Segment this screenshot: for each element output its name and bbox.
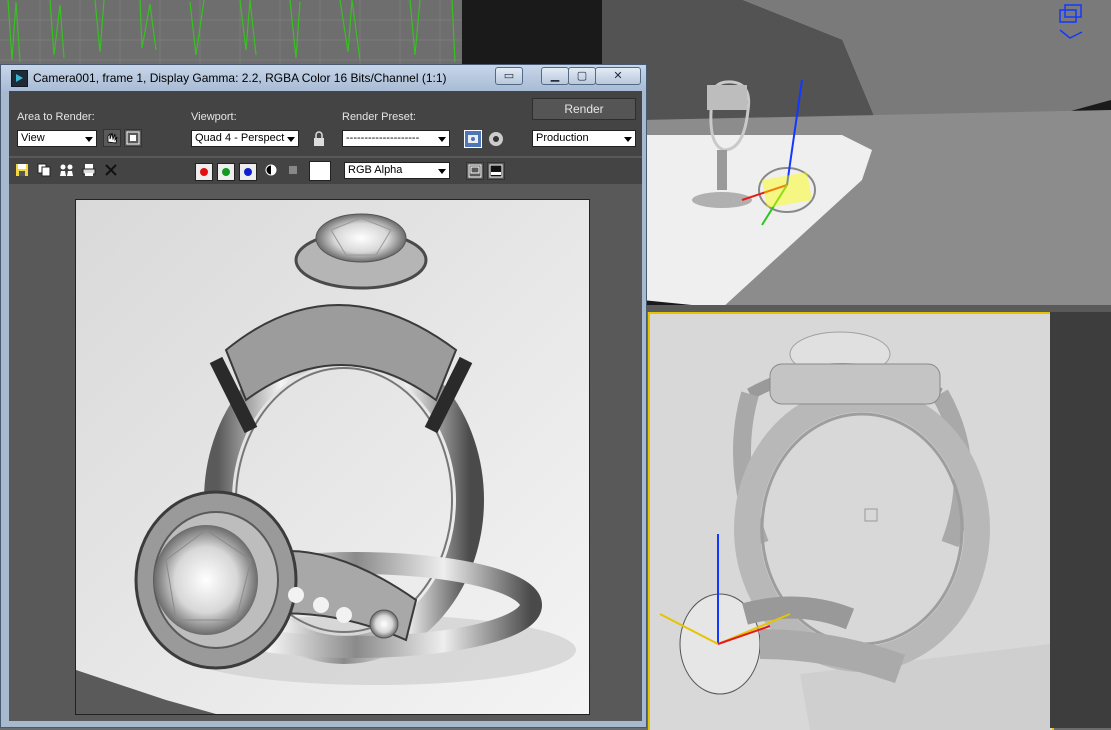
alpha-icon[interactable] (286, 163, 300, 177)
display-toggle-icon[interactable] (487, 162, 505, 180)
render-controls-panel: Area to Render: View Viewport: Quad 4 - … (9, 91, 642, 156)
3dsmax-app-icon (11, 70, 28, 87)
window-titlebar[interactable]: Camera001, frame 1, Display Gamma: 2.2, … (1, 65, 646, 91)
green-channel-icon[interactable] (217, 163, 235, 181)
frame-toolbar: RGB Alpha (9, 158, 642, 184)
close-button[interactable]: ✕ (595, 67, 641, 85)
render-preset-dropdown[interactable]: -------------------- (342, 130, 450, 147)
chevron-down-icon (85, 137, 93, 142)
ring-render-image (76, 200, 589, 714)
front-viewport[interactable] (648, 312, 1054, 730)
maximize-button[interactable]: ▢ (568, 67, 596, 85)
minimize-button[interactable]: ▁ (541, 67, 569, 85)
print-icon[interactable] (82, 163, 96, 177)
chevron-down-icon (438, 137, 446, 142)
blue-channel-icon[interactable] (239, 163, 257, 181)
copy-icon[interactable] (37, 163, 51, 177)
render-preset-value: -------------------- (346, 132, 420, 144)
rendered-image[interactable] (75, 199, 590, 715)
save-icon[interactable] (15, 163, 29, 177)
monochrome-icon[interactable] (264, 163, 278, 177)
viewport-label: Viewport: (191, 111, 237, 123)
viewport-divider[interactable] (640, 305, 1111, 312)
region-icon[interactable] (103, 129, 121, 147)
render-setup-icon[interactable] (464, 130, 482, 148)
crop-icon[interactable] (124, 129, 142, 147)
chevron-down-icon (624, 137, 632, 142)
window-frame-toggle-button[interactable]: ▭ (495, 67, 523, 85)
clear-icon[interactable] (104, 163, 118, 177)
viewport-toggle-icon[interactable] (466, 162, 484, 180)
chevron-down-icon (287, 137, 295, 142)
channel-display-value: RGB Alpha (348, 164, 403, 176)
red-channel-icon[interactable] (195, 163, 213, 181)
color-swatch-icon[interactable] (309, 161, 331, 181)
area-to-render-label: Area to Render: (17, 111, 95, 123)
environment-icon[interactable] (487, 130, 505, 148)
area-to-render-value: View (21, 132, 45, 144)
render-preset-label: Render Preset: (342, 111, 416, 123)
channel-display-dropdown[interactable]: RGB Alpha (344, 162, 450, 179)
viewport-right-panel (1050, 312, 1111, 728)
lock-icon[interactable] (311, 130, 327, 148)
viewport-dropdown[interactable]: Quad 4 - Perspect (191, 130, 299, 147)
render-button[interactable]: Render (532, 98, 636, 120)
clone-icon[interactable] (59, 163, 75, 177)
render-mode-value: Production (536, 132, 589, 144)
chevron-down-icon (438, 169, 446, 174)
rendered-frame-window[interactable]: Camera001, frame 1, Display Gamma: 2.2, … (0, 64, 647, 728)
front-scene (650, 314, 1050, 730)
window-client-area: Area to Render: View Viewport: Quad 4 - … (9, 91, 642, 721)
window-title: Camera001, frame 1, Display Gamma: 2.2, … (33, 71, 447, 85)
render-mode-dropdown[interactable]: Production (532, 130, 636, 147)
viewport-value: Quad 4 - Perspect (195, 132, 285, 144)
area-to-render-dropdown[interactable]: View (17, 130, 97, 147)
